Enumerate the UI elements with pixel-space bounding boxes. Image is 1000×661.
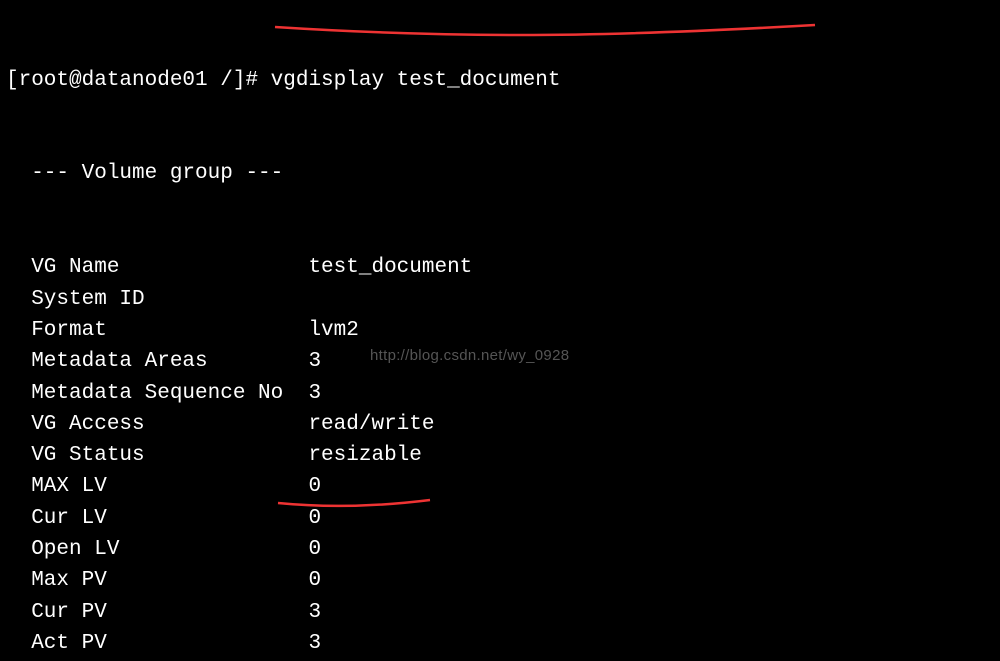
row-label: Act PV — [6, 632, 308, 655]
row-label: Cur PV — [6, 601, 308, 624]
row-value: 3 — [308, 601, 321, 624]
output-row: Metadata Sequence No 3 — [6, 378, 787, 409]
output-row: Cur LV 0 — [6, 503, 787, 534]
row-value: test_document — [308, 256, 472, 279]
terminal-output: [root@datanode01 /]# vgdisplay test_docu… — [6, 2, 787, 661]
output-row: VG Access read/write — [6, 409, 787, 440]
row-label: Metadata Sequence No — [6, 382, 308, 405]
row-label: Open LV — [6, 538, 308, 561]
row-label: Format — [6, 319, 308, 342]
row-label: Cur LV — [6, 507, 308, 530]
row-label: VG Status — [6, 444, 308, 467]
row-label: Metadata Areas — [6, 350, 308, 373]
row-value: read/write — [308, 413, 434, 436]
row-value: 0 — [308, 475, 321, 498]
output-row: VG Status resizable — [6, 440, 787, 471]
row-value: 3 — [308, 382, 321, 405]
row-value: 0 — [308, 569, 321, 592]
output-row: VG Name test_document — [6, 252, 787, 283]
watermark-text: http://blog.csdn.net/wy_0928 — [370, 340, 569, 371]
row-value: 3 — [308, 350, 321, 373]
output-row: Act PV 3 — [6, 628, 787, 659]
output-row: Cur PV 3 — [6, 597, 787, 628]
output-row: Open LV 0 — [6, 534, 787, 565]
prompt-line: [root@datanode01 /]# vgdisplay test_docu… — [6, 65, 787, 96]
row-label: VG Name — [6, 256, 308, 279]
row-label: System ID — [6, 288, 308, 311]
output-row: MAX LV 0 — [6, 471, 787, 502]
row-value: lvm2 — [308, 319, 358, 342]
row-label: MAX LV — [6, 475, 308, 498]
output-row: Max PV 0 — [6, 565, 787, 596]
section-header: --- Volume group --- — [6, 158, 787, 189]
row-value: resizable — [308, 444, 421, 467]
row-value: 0 — [308, 538, 321, 561]
row-value: 0 — [308, 507, 321, 530]
row-label: Max PV — [6, 569, 308, 592]
output-row: System ID — [6, 284, 787, 315]
row-label: VG Access — [6, 413, 308, 436]
row-value: 3 — [308, 632, 321, 655]
